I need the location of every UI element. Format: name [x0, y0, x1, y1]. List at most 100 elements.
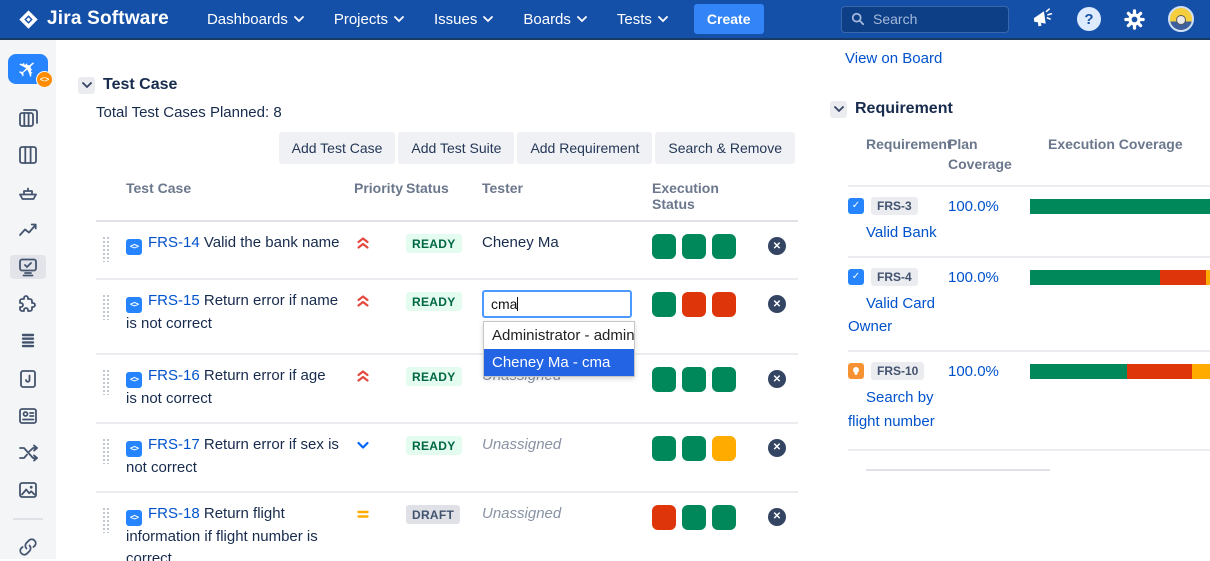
issue-key-link[interactable]: FRS-17 [148, 436, 200, 453]
execution-square[interactable] [682, 367, 706, 392]
add-test-suite-button[interactable]: Add Test Suite [398, 132, 514, 164]
drag-handle[interactable] [102, 236, 109, 262]
test-case-type-icon: <> [126, 239, 142, 255]
execution-square[interactable] [682, 505, 706, 530]
execution-square[interactable] [712, 505, 736, 530]
search-input[interactable]: Search [841, 6, 1009, 33]
view-on-board-link[interactable]: View on Board [845, 50, 942, 67]
sidebar-item-backlog[interactable] [10, 105, 46, 129]
sidebar-item-links[interactable] [10, 535, 46, 559]
chevron-down-icon [658, 16, 668, 23]
nav-right: Search ? [841, 6, 1194, 33]
sidebar-item-shuffle[interactable] [10, 441, 46, 465]
execution-coverage-bar[interactable] [1030, 364, 1210, 379]
requirement-panel: View on Board Requirement Requirement Pl… [820, 40, 1210, 559]
remove-button[interactable]: ✕ [768, 508, 786, 526]
nav-issues-label: Issues [434, 11, 477, 28]
execution-square[interactable] [712, 367, 736, 392]
sidebar-item-board[interactable] [10, 143, 46, 167]
execution-square[interactable] [712, 234, 736, 259]
issue-key-link[interactable]: FRS-14 [148, 234, 200, 251]
test-case-panel: Test Case Total Test Cases Planned: 8 Ad… [56, 40, 820, 559]
nav-tests[interactable]: Tests [617, 11, 668, 28]
execution-square[interactable] [712, 436, 736, 461]
nav-menus: Dashboards Projects Issues Boards Tests [207, 11, 668, 28]
nav-dashboards[interactable]: Dashboards [207, 11, 304, 28]
coverage-segment-green [1030, 270, 1160, 285]
tester-value[interactable]: Unassigned [482, 436, 561, 453]
list-lines-icon [16, 329, 40, 353]
execution-square[interactable] [652, 234, 676, 259]
requirement-table-header: Requirement Plan Coverage Execution Cove… [848, 134, 1210, 185]
tester-dropdown: Administrator - admin Cheney Ma - cma [483, 321, 635, 377]
nav-boards[interactable]: Boards [523, 11, 587, 28]
execution-coverage-bar[interactable] [1030, 199, 1210, 214]
section-title: Test Case [103, 76, 177, 94]
execution-coverage-bar[interactable] [1030, 270, 1210, 285]
execution-square[interactable] [652, 436, 676, 461]
issue-key-link[interactable]: FRS-18 [148, 505, 200, 522]
sidebar-item-queue[interactable] [10, 329, 46, 353]
user-avatar[interactable] [1168, 6, 1194, 32]
remove-button[interactable]: ✕ [768, 439, 786, 457]
plan-coverage-value: 100.0% [948, 268, 1030, 286]
coverage-segment-green [1030, 199, 1210, 214]
drag-handle[interactable] [102, 507, 109, 533]
execution-square[interactable] [652, 505, 676, 530]
link-icon [16, 535, 40, 559]
project-avatar[interactable]: ✈ <> [8, 54, 48, 84]
requirement-section-title: Requirement [855, 100, 953, 118]
execution-square[interactable] [652, 292, 676, 317]
add-test-case-button[interactable]: Add Test Case [279, 132, 396, 164]
requirement-key-badge[interactable]: FRS-3 [871, 197, 918, 215]
sidebar-item-addons[interactable] [10, 292, 46, 316]
drag-handle[interactable] [102, 369, 109, 395]
nav-issues[interactable]: Issues [434, 11, 493, 28]
search-remove-button[interactable]: Search & Remove [655, 132, 795, 164]
remove-button[interactable]: ✕ [768, 295, 786, 313]
dropdown-option[interactable]: Administrator - admin [484, 322, 634, 349]
execution-square[interactable] [682, 234, 706, 259]
remove-button[interactable]: ✕ [768, 237, 786, 255]
dropdown-option-selected[interactable]: Cheney Ma - cma [484, 349, 634, 376]
requirement-key-badge[interactable]: FRS-4 [871, 268, 918, 286]
requirement-link[interactable]: Valid Card Owner [848, 292, 944, 339]
issue-key-link[interactable]: FRS-15 [148, 292, 200, 309]
sidebar-item-releases[interactable] [10, 180, 46, 204]
sidebar: ✈ <> [0, 40, 56, 559]
nav-boards-label: Boards [523, 11, 571, 28]
issue-key-link[interactable]: FRS-16 [148, 367, 200, 384]
total-planned-label: Total Test Cases Planned: 8 [96, 104, 820, 121]
execution-square[interactable] [682, 292, 706, 317]
remove-button[interactable]: ✕ [768, 370, 786, 388]
nav-projects[interactable]: Projects [334, 11, 404, 28]
sidebar-item-contacts[interactable] [10, 404, 46, 428]
sidebar-item-pages[interactable] [10, 366, 46, 390]
settings-gear-icon[interactable] [1123, 8, 1146, 31]
jira-logo-icon [18, 9, 39, 30]
tester-value[interactable]: Unassigned [482, 505, 561, 522]
priority-highest-icon [356, 369, 370, 383]
sidebar-item-reports[interactable] [10, 217, 46, 241]
chevron-down-icon [577, 16, 587, 23]
requirement-link[interactable]: Valid Bank [848, 221, 944, 244]
sidebar-item-tests[interactable] [10, 255, 46, 279]
collapse-requirement-button[interactable] [830, 101, 847, 118]
sidebar-item-media[interactable] [10, 478, 46, 502]
execution-square[interactable] [682, 436, 706, 461]
collapse-test-case-button[interactable] [78, 77, 95, 94]
tester-value[interactable]: Cheney Ma [482, 234, 559, 251]
add-requirement-button[interactable]: Add Requirement [517, 132, 652, 164]
execution-square[interactable] [652, 367, 676, 392]
create-button[interactable]: Create [694, 4, 764, 34]
tester-input[interactable]: cma [482, 290, 632, 318]
plan-coverage-value: 100.0% [948, 362, 1030, 380]
execution-square[interactable] [712, 292, 736, 317]
help-icon[interactable]: ? [1077, 7, 1101, 31]
feedback-megaphone-icon[interactable] [1030, 6, 1057, 31]
drag-handle[interactable] [102, 438, 109, 464]
drag-handle[interactable] [102, 294, 109, 320]
requirement-key-badge[interactable]: FRS-10 [871, 362, 924, 380]
jira-logo[interactable]: Jira Software [18, 8, 169, 30]
requirement-link[interactable]: Search by flight number [848, 386, 944, 433]
